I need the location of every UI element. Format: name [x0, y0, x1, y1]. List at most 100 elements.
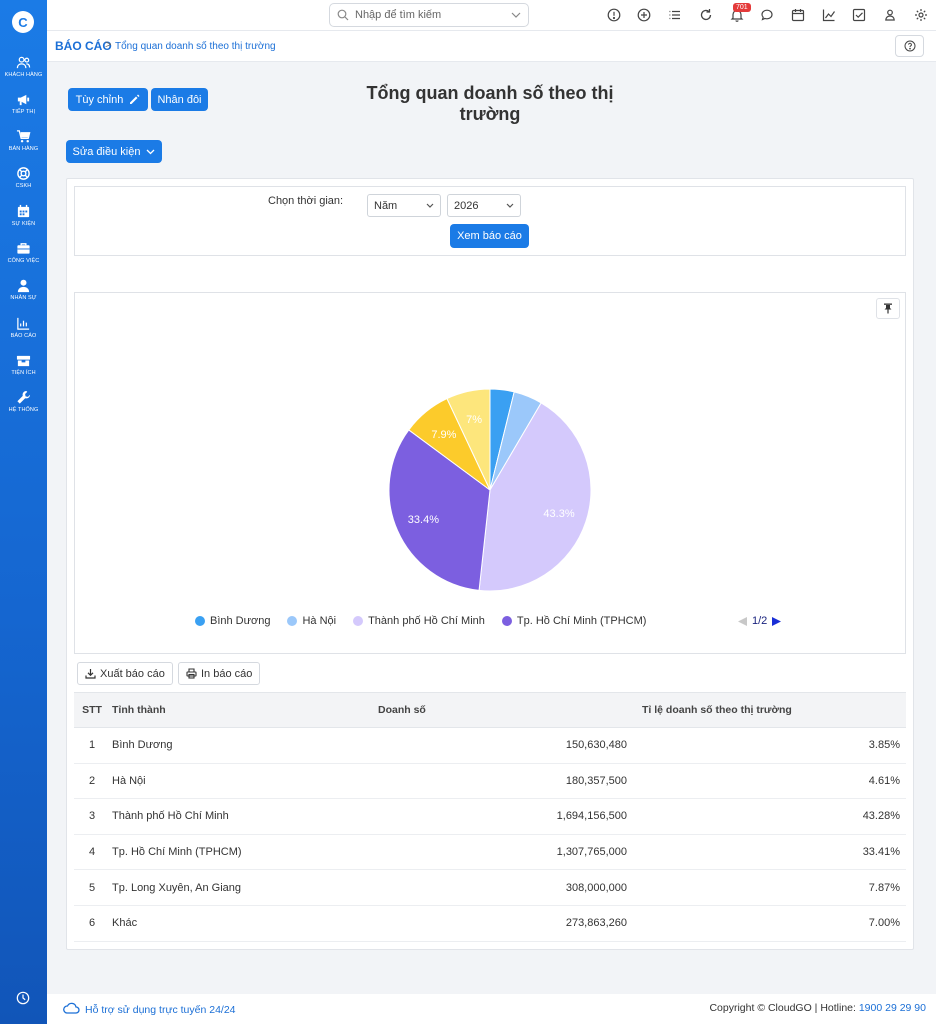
- add-circle-icon[interactable]: [637, 8, 651, 22]
- calendar-icon[interactable]: [791, 8, 805, 22]
- row-index: 3: [74, 798, 105, 835]
- sidebar-item-label: CÔNG VIỆC: [7, 258, 40, 264]
- sidebar-item-customers[interactable]: KHÁCH HÀNG: [0, 55, 47, 78]
- list-icon[interactable]: [668, 8, 682, 22]
- footer: Hỗ trợ sử dụng trực tuyến 24/24 Copyrigh…: [47, 994, 936, 1024]
- sidebar-item-label: SỰ KIỆN: [11, 221, 36, 227]
- breadcrumb-root[interactable]: BÁO CÁO: [55, 39, 112, 53]
- customize-button[interactable]: Tùy chỉnh: [68, 88, 148, 111]
- sidebar-item-label: BÁO CÁO: [10, 333, 37, 339]
- lifebuoy-icon: [17, 167, 30, 180]
- sidebar-item-utilities[interactable]: TIỆN ÍCH: [0, 353, 47, 376]
- app-logo[interactable]: C: [12, 11, 34, 33]
- legend-label: Tp. Hồ Chí Minh (TPHCM): [516, 615, 647, 627]
- period-select[interactable]: Năm: [367, 194, 441, 217]
- person-icon: [17, 279, 30, 293]
- column-header[interactable]: Tỉnh thành: [105, 692, 371, 728]
- legend-pager: 1/2: [737, 615, 782, 627]
- legend-item[interactable]: Thành phố Hồ Chí Minh: [353, 615, 485, 627]
- task-check-icon[interactable]: [852, 8, 866, 22]
- pin-button[interactable]: [876, 298, 900, 319]
- pie-slice-label: 7.9%: [431, 429, 456, 441]
- chart-line-icon[interactable]: [822, 8, 836, 22]
- notification-badge: 701: [733, 3, 751, 12]
- legend-item[interactable]: Bình Dương: [195, 615, 270, 627]
- chevron-down-icon: [506, 203, 514, 208]
- sidebar-item-marketing[interactable]: TIẾP THỊ: [0, 92, 47, 115]
- column-header[interactable]: Tỉ lệ doanh số theo thị trường: [637, 692, 906, 728]
- chevron-down-icon: [511, 12, 521, 18]
- breadcrumb: BÁO CÁO > Tổng quan doanh số theo thị tr…: [47, 31, 936, 62]
- help-button[interactable]: [895, 35, 924, 57]
- sidebar-item-reports[interactable]: BÁO CÁO: [0, 316, 47, 339]
- table-row: 4 Tp. Hồ Chí Minh (TPHCM) 1,307,765,000 …: [74, 834, 906, 871]
- sidebar-item-label: NHÂN SỰ: [10, 295, 37, 301]
- question-icon: [904, 40, 915, 52]
- row-index: 1: [74, 727, 105, 764]
- breadcrumb-separator: >: [105, 39, 112, 51]
- export-report-button[interactable]: Xuất báo cáo: [77, 662, 173, 685]
- row-revenue: 180,357,500: [371, 763, 637, 800]
- edit-conditions-button[interactable]: Sửa điều kiện: [66, 140, 162, 163]
- year-value: 2026: [454, 200, 479, 212]
- legend-item[interactable]: Hà Nội: [287, 615, 336, 627]
- table-row: 6 Khác 273,863,260 7.00%: [74, 905, 906, 942]
- chat-icon[interactable]: [760, 8, 774, 22]
- view-report-label: Xem báo cáo: [457, 230, 522, 242]
- row-index: 4: [74, 834, 105, 871]
- legend-swatch: [195, 616, 205, 626]
- print-label: In báo cáo: [201, 667, 253, 680]
- pie-slice-label: 43.3%: [543, 508, 574, 520]
- briefcase-icon: [17, 243, 30, 254]
- chart-legend: Bình Dương Hà Nội Thành phố Hồ Chí Minh …: [195, 615, 663, 627]
- breadcrumb-current: Tổng quan doanh số theo thị trường: [115, 41, 276, 52]
- search-icon: [337, 9, 349, 21]
- view-report-button[interactable]: Xem báo cáo: [450, 224, 529, 248]
- cloudgo-logo-icon: [63, 1002, 80, 1014]
- duplicate-button[interactable]: Nhân đôi: [151, 88, 208, 111]
- sidebar-item-sales[interactable]: BÁN HÀNG: [0, 129, 47, 152]
- sidebar-item-hr[interactable]: NHÂN SỰ: [0, 278, 47, 301]
- row-index: 5: [74, 869, 105, 906]
- column-header[interactable]: Doanh số: [371, 692, 637, 728]
- refresh-icon[interactable]: [699, 8, 713, 22]
- sidebar-item-tasks[interactable]: CÔNG VIỆC: [0, 241, 47, 264]
- sidebar-item-system[interactable]: HỆ THỐNG: [0, 390, 47, 413]
- legend-swatch: [287, 616, 298, 626]
- row-revenue: 150,630,480: [371, 727, 637, 764]
- row-province: Hà Nội: [105, 763, 371, 800]
- year-select[interactable]: 2026: [447, 194, 521, 217]
- arrow-left-icon[interactable]: [737, 616, 748, 627]
- duplicate-label: Nhân đôi: [157, 93, 202, 106]
- arrow-right-icon[interactable]: [771, 616, 782, 627]
- pie-slice-label: 7%: [466, 414, 482, 426]
- wrench-icon: [17, 390, 31, 404]
- sidebar-item-label: CSKH: [15, 183, 32, 189]
- report-table: STT Tỉnh thành Doanh số Tỉ lệ doanh số t…: [74, 692, 906, 942]
- support-link[interactable]: Hỗ trợ sử dụng trực tuyến 24/24: [85, 1004, 236, 1016]
- sidebar-item-label: KHÁCH HÀNG: [4, 72, 43, 78]
- legend-label: Bình Dương: [210, 615, 271, 627]
- hotline-link[interactable]: 1900 29 29 90: [859, 1002, 926, 1014]
- table-row: 3 Thành phố Hồ Chí Minh 1,694,156,500 43…: [74, 798, 906, 835]
- gear-icon[interactable]: [914, 8, 928, 22]
- page-title: Tổng quan doanh số theo thị trường: [366, 83, 614, 124]
- sidebar-item-events[interactable]: SỰ KIỆN: [0, 204, 47, 227]
- row-share: 33.41%: [637, 834, 906, 871]
- table-row: 2 Hà Nội 180,357,500 4.61%: [74, 763, 906, 800]
- legend-item[interactable]: Tp. Hồ Chí Minh (TPHCM): [501, 615, 647, 627]
- table-row: 1 Bình Dương 150,630,480 3.85%: [74, 727, 906, 764]
- legend-label: Hà Nội: [302, 615, 337, 627]
- search-input[interactable]: Nhập để tìm kiếm: [329, 3, 529, 27]
- pie-chart: 43.3% 33.4% 7.9% 7%: [388, 388, 592, 592]
- column-header[interactable]: STT: [74, 692, 105, 728]
- box-icon: [16, 355, 31, 367]
- sidebar-item-support[interactable]: CSKH: [0, 166, 47, 189]
- print-report-button[interactable]: In báo cáo: [178, 662, 261, 685]
- search-placeholder: Nhập để tìm kiếm: [355, 9, 442, 21]
- history-icon[interactable]: [16, 991, 30, 1005]
- alert-icon[interactable]: [607, 8, 621, 22]
- row-revenue: 1,307,765,000: [371, 834, 637, 871]
- table-header-row: STT Tỉnh thành Doanh số Tỉ lệ doanh số t…: [74, 692, 906, 728]
- user-icon[interactable]: [883, 8, 897, 22]
